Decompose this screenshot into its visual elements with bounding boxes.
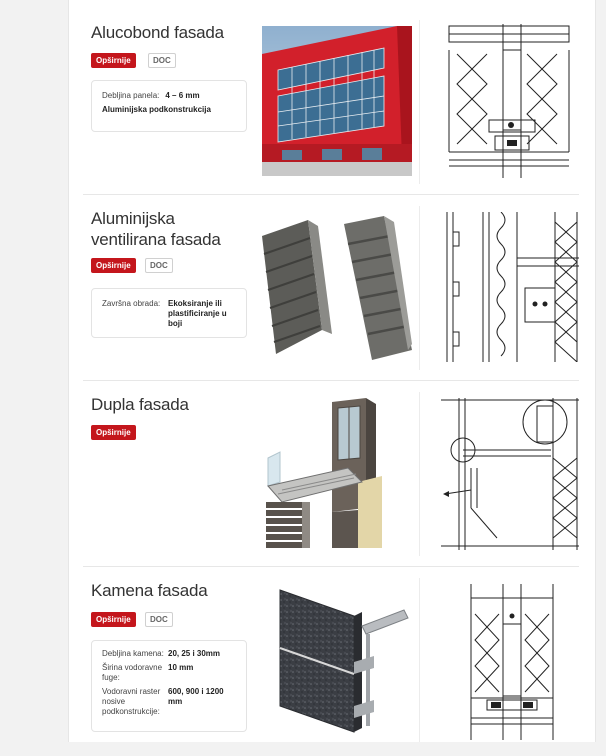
divider: [419, 20, 420, 184]
spec-row: Debljina panela: 4 – 6 mm: [92, 89, 246, 103]
product-title[interactable]: Kamena fasada: [91, 580, 251, 601]
divider: [419, 206, 420, 370]
spec-row: Širina vodoravne fuge: 10 mm: [92, 661, 246, 685]
specs-box: Debljina kamena: 20, 25 i 30mm Širina vo…: [91, 640, 247, 732]
spec-row: Aluminijska podkonstrukcija: [92, 103, 246, 117]
doc-button[interactable]: DOC: [145, 258, 173, 273]
spec-label: Debljina kamena:: [102, 649, 164, 658]
alucobond-building-photo: [262, 26, 412, 176]
spec-value: 600, 900 i 1200 mm: [168, 687, 224, 706]
doc-button[interactable]: DOC: [145, 612, 173, 627]
spec-row: Završna obrada: Ekoksiranje ili plastifi…: [92, 297, 246, 331]
spec-label: Debljina panela:: [102, 91, 160, 100]
more-button[interactable]: Opširnije: [91, 258, 136, 273]
spec-value: 20, 25 i 30mm: [168, 649, 221, 658]
spec-label: Širina vodoravne fuge:: [102, 663, 163, 682]
product-title[interactable]: Aluminijska ventilirana fasada: [91, 208, 251, 250]
ventilated-section-drawing: [446, 212, 579, 362]
double-facade-section-drawing: [441, 398, 579, 550]
spec-value: Ekoksiranje ili plastificiranje u boji: [168, 299, 227, 328]
more-button[interactable]: Opširnije: [91, 425, 136, 440]
product-row-double: Dupla fasada Opširnije: [83, 380, 579, 567]
spec-label: Vodoravni raster nosive podkonstrukcije:: [102, 687, 161, 716]
spec-value: 10 mm: [168, 663, 194, 672]
product-title[interactable]: Dupla fasada: [91, 394, 251, 415]
divider: [419, 578, 420, 742]
double-facade-photo: [262, 398, 412, 550]
spec-value: 4 – 6 mm: [165, 91, 200, 100]
product-row-alucobond: Alucobond fasada Opširnije DOC Debljina …: [83, 8, 579, 195]
product-row-stone: Kamena fasada Opširnije DOC Debljina kam…: [83, 566, 579, 756]
spec-row: Vodoravni raster nosive podkonstrukcije:…: [92, 685, 246, 719]
product-title[interactable]: Alucobond fasada: [91, 22, 251, 43]
spec-row: Debljina kamena: 20, 25 i 30mm: [92, 647, 246, 661]
spec-value: Aluminijska podkonstrukcija: [102, 105, 211, 114]
doc-button[interactable]: DOC: [148, 53, 176, 68]
stone-section-drawing: [470, 584, 554, 740]
aluminium-panel-photo: [262, 214, 412, 362]
more-button[interactable]: Opširnije: [91, 53, 136, 68]
product-list: Alucobond fasada Opširnije DOC Debljina …: [68, 0, 596, 742]
specs-box: Završna obrada: Ekoksiranje ili plastifi…: [91, 288, 247, 338]
alucobond-section-drawing: [448, 24, 570, 178]
spec-label: Završna obrada:: [102, 299, 161, 308]
product-row-ventilated: Aluminijska ventilirana fasada Opširnije…: [83, 194, 579, 381]
divider: [419, 392, 420, 556]
specs-box: Debljina panela: 4 – 6 mm Aluminijska po…: [91, 80, 247, 132]
stone-panel-photo: [262, 586, 412, 736]
more-button[interactable]: Opširnije: [91, 612, 136, 627]
